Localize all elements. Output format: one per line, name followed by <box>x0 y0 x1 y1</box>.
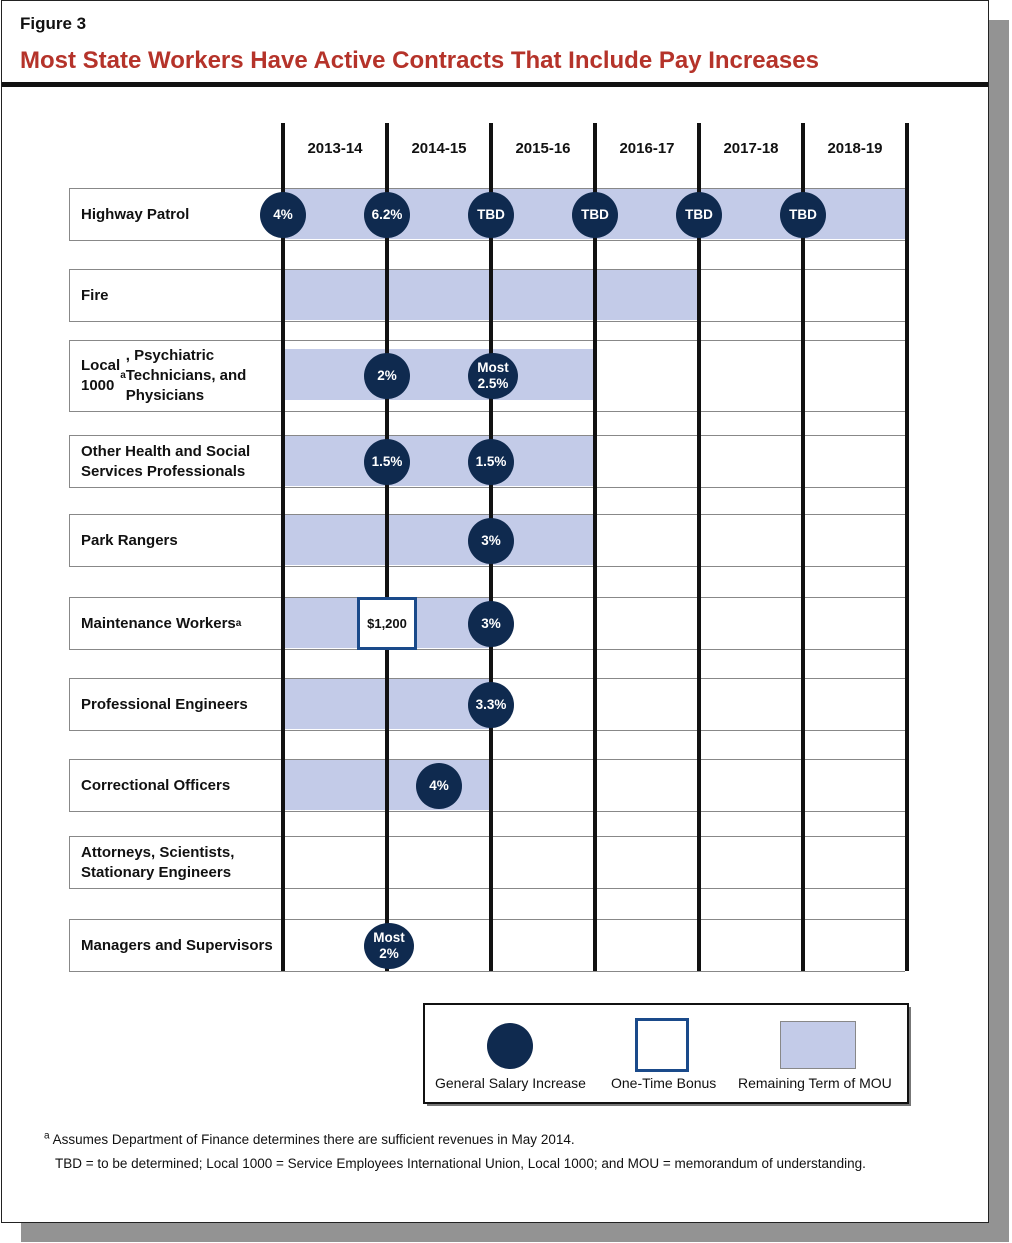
mou-term-bar <box>283 349 595 400</box>
column-header: 2018-19 <box>827 140 883 157</box>
year-boundary-line <box>593 123 597 971</box>
row-label-text: Attorneys, Scientists, Stationary Engine… <box>81 843 235 881</box>
salary-increase-marker: 1.5% <box>364 438 410 485</box>
salary-increase-marker: 3.3% <box>468 681 514 728</box>
salary-increase-marker: 4% <box>416 762 462 809</box>
salary-increase-marker: 3% <box>468 517 514 564</box>
row-label-text: Highway Patrol <box>81 205 190 223</box>
row-label-text: , Psychiatric Technicians, and Physician… <box>125 347 247 404</box>
row-label: Maintenance Workers a <box>69 598 280 649</box>
row-label: Professional Engineers <box>69 679 280 730</box>
salary-increase-marker: 2% <box>364 353 410 399</box>
row-label: Other Health and Social Services Profess… <box>69 436 280 487</box>
row-label: Managers and Supervisors <box>69 920 280 971</box>
row-label: Park Rangers <box>69 515 280 566</box>
legend-salary-increase-label: General Salary Increase <box>435 1075 586 1091</box>
salary-increase-marker: Most 2% <box>364 922 414 969</box>
header-divider <box>2 82 988 87</box>
row-label: Correctional Officers <box>69 760 280 811</box>
salary-increase-marker: TBD <box>676 191 722 238</box>
footnote-abbreviations: TBD = to be determined; Local 1000 = Ser… <box>55 1156 866 1171</box>
salary-increase-marker: Most 2.5% <box>468 353 518 399</box>
year-boundary-line <box>801 123 805 971</box>
column-header: 2015-16 <box>515 140 571 157</box>
row-label-text: Correctional Officers <box>81 776 231 794</box>
mou-term-bar <box>283 436 595 486</box>
table-row: Attorneys, Scientists, Stationary Engine… <box>69 836 905 889</box>
footnote-marker: a <box>44 1130 50 1142</box>
legend-mou-term-label: Remaining Term of MOU <box>738 1075 892 1091</box>
row-label: Local 1000 a, Psychiatric Technicians, an… <box>69 341 280 411</box>
table-row: Managers and Supervisors <box>69 919 905 972</box>
figure-title: Most State Workers Have Active Contracts… <box>20 47 819 74</box>
row-label: Highway Patrol <box>69 189 280 240</box>
column-header: 2014-15 <box>411 140 467 157</box>
column-header: 2017-18 <box>723 140 779 157</box>
row-label-text: Professional Engineers <box>81 695 248 713</box>
salary-increase-marker: 1.5% <box>468 438 514 485</box>
column-header: 2016-17 <box>619 140 675 157</box>
salary-increase-marker: 4% <box>260 191 306 238</box>
salary-increase-marker: TBD <box>780 191 826 238</box>
legend-salary-increase-swatch <box>487 1023 533 1069</box>
footnote-a-text: Assumes Department of Finance determines… <box>52 1132 575 1147</box>
year-boundary-line <box>385 123 389 971</box>
row-label-text: Maintenance Workers <box>81 614 236 632</box>
salary-increase-marker: TBD <box>468 191 514 238</box>
row-label-text: Local 1000 <box>81 357 121 394</box>
year-boundary-line <box>697 123 701 971</box>
year-boundary-line <box>905 123 909 971</box>
legend-bonus-swatch <box>635 1018 689 1072</box>
mou-term-bar <box>283 515 595 565</box>
salary-increase-marker: 3% <box>468 600 514 647</box>
legend: General Salary Increase One-Time Bonus R… <box>423 1003 909 1104</box>
one-time-bonus-marker: $1,200 <box>357 597 417 650</box>
column-header: 2013-14 <box>307 140 363 157</box>
row-label: Fire <box>69 270 280 321</box>
footnote-a: a Assumes Department of Finance determin… <box>44 1130 575 1147</box>
row-label: Attorneys, Scientists, Stationary Engine… <box>69 837 280 888</box>
salary-increase-marker: 6.2% <box>364 191 410 238</box>
row-label-text: Other Health and Social Services Profess… <box>81 442 251 480</box>
legend-mou-term-swatch <box>780 1021 856 1069</box>
figure-label: Figure 3 <box>20 14 87 33</box>
row-label-text: Managers and Supervisors <box>81 936 273 954</box>
legend-bonus-label: One-Time Bonus <box>611 1075 717 1091</box>
row-label-text: Park Rangers <box>81 531 178 549</box>
year-boundary-line <box>281 123 285 971</box>
salary-increase-marker: TBD <box>572 191 618 238</box>
row-label-text: Fire <box>81 286 109 304</box>
